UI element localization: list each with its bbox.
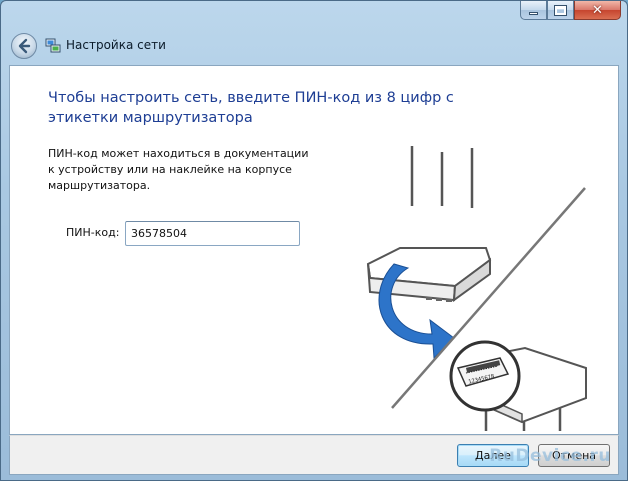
caption-buttons: ✕ (520, 1, 621, 20)
watermark: RuDevice.ru (489, 446, 611, 466)
close-icon: ✕ (592, 2, 603, 18)
minimize-button[interactable] (520, 1, 547, 20)
pin-label: ПИН-код: (66, 226, 120, 239)
router-illustration-icon: 12345678 (366, 146, 587, 431)
content-area: Чтобы настроить сеть, введите ПИН-код из… (9, 65, 619, 435)
dialog-window: ✕ Настройка сети Чтобы настроить сеть, в… (0, 0, 628, 481)
title-bar: ✕ Настройка сети (1, 1, 627, 65)
window-title: Настройка сети (66, 38, 166, 52)
minimize-icon (529, 11, 538, 15)
close-button[interactable]: ✕ (574, 1, 621, 20)
back-arrow-icon (18, 38, 31, 54)
network-setup-icon (45, 38, 61, 53)
maximize-button[interactable] (547, 1, 574, 20)
instruction-heading: Чтобы настроить сеть, введите ПИН-код из… (48, 90, 454, 126)
maximize-icon (554, 4, 567, 16)
pin-input[interactable] (125, 221, 300, 246)
back-button[interactable] (11, 33, 37, 59)
instruction-description: ПИН-код может находиться в документации … (48, 147, 309, 192)
